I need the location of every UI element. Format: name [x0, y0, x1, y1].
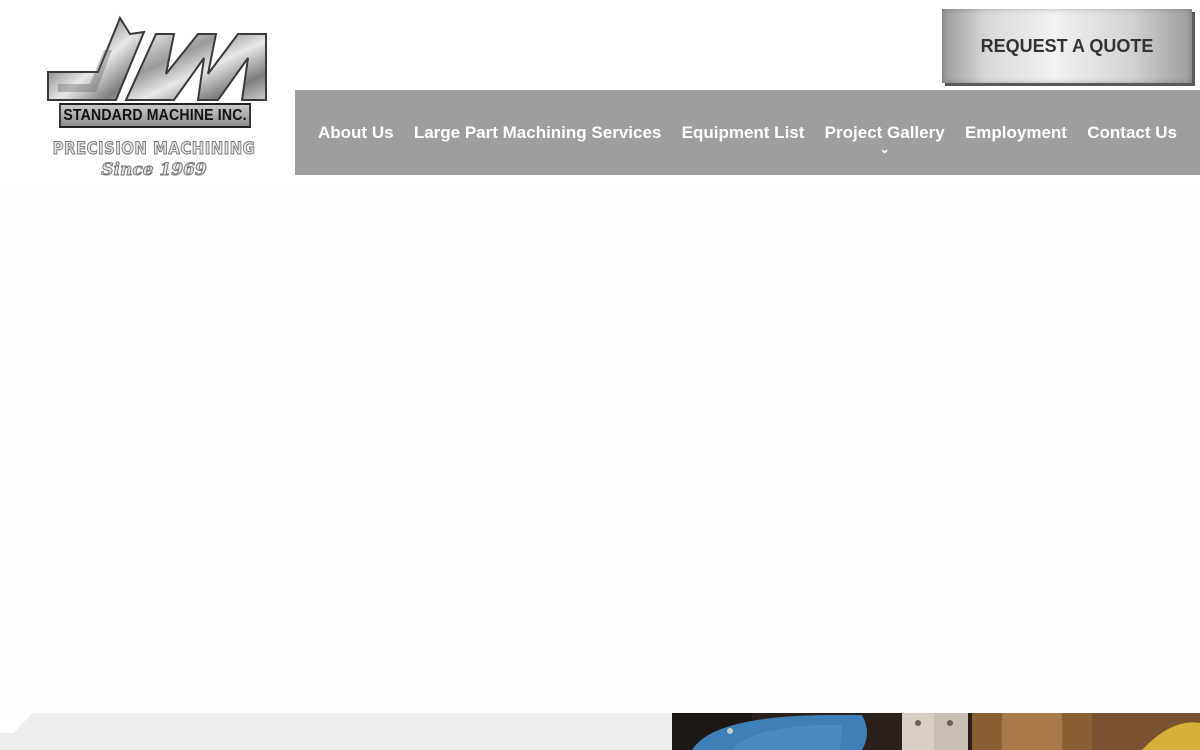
nav-project-gallery-label: Project Gallery	[824, 122, 945, 142]
machining-photo	[672, 713, 1200, 750]
site-header: STANDARD MACHINE INC. PRECISION MACHININ…	[0, 0, 1200, 185]
nav-employment[interactable]: Employment	[965, 123, 1067, 143]
main-nav: About Us Large Part Machining Services E…	[295, 90, 1200, 175]
nav-equipment-list[interactable]: Equipment List	[682, 123, 805, 143]
logo-tagline: PRECISION MACHINING	[52, 139, 256, 160]
corner-slant	[0, 713, 46, 733]
logo-since: Since 1969	[101, 160, 208, 181]
nav-large-part-machining[interactable]: Large Part Machining Services	[414, 123, 662, 143]
nav-project-gallery[interactable]: Project Gallery ⌄	[824, 122, 945, 155]
site-logo[interactable]: STANDARD MACHINE INC. PRECISION MACHININ…	[38, 14, 270, 182]
hero-area	[0, 185, 1200, 713]
machine-photo-image	[672, 713, 1200, 750]
request-quote-button[interactable]: REQUEST A QUOTE	[942, 9, 1192, 83]
nav-contact-us[interactable]: Contact Us	[1087, 123, 1177, 143]
sm-monogram-icon	[47, 15, 267, 101]
content-strip	[0, 713, 672, 750]
logo-company-name: STANDARD MACHINE INC.	[59, 103, 251, 128]
chevron-down-icon[interactable]: ⌄	[880, 143, 890, 155]
nav-about-us[interactable]: About Us	[318, 123, 394, 143]
